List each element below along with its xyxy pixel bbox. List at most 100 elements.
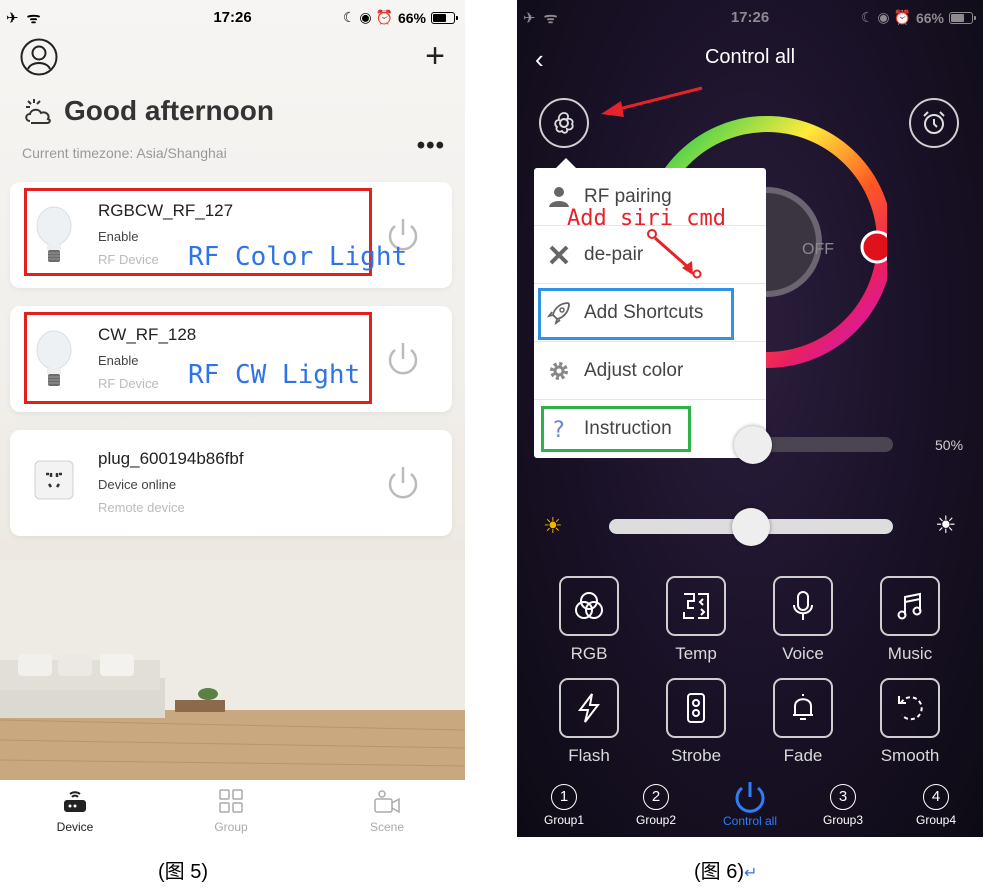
smooth-icon: [898, 696, 923, 721]
tab-label: Group: [214, 820, 248, 834]
page-title: Control all: [704, 46, 796, 68]
function-strobe-button[interactable]: Strobe: [666, 678, 726, 766]
menu-label: RF pairing: [584, 185, 672, 207]
battery-icon: [431, 11, 458, 24]
camera-icon: [374, 790, 400, 814]
menu-label: de-pair: [584, 243, 644, 265]
battery-percent: 66%: [397, 9, 426, 26]
annotation-label: RF Color Light: [188, 242, 408, 272]
alarm-icon: ☾ ◉ ⏰: [860, 9, 911, 25]
temp-icon: [683, 593, 709, 619]
annotation-label: RF CW Light: [188, 360, 361, 390]
function-smooth-button[interactable]: Smooth: [880, 678, 940, 766]
brightness-slider-thumb[interactable]: [732, 508, 770, 546]
device-type: Remote device: [98, 500, 185, 515]
color-picker-handle[interactable]: [860, 230, 887, 264]
tab-group3[interactable]: 3 Group3: [808, 784, 878, 827]
return-mark-icon: ↵: [744, 865, 758, 882]
room-background-image: [0, 560, 465, 780]
menu-label: Adjust color: [584, 359, 684, 381]
status-bar: ✈ ᯤ 17:26 ☾ ◉ ⏰ 66%: [0, 0, 465, 34]
annotation-box-red: [24, 312, 372, 404]
function-label: Voice: [782, 644, 824, 663]
device-card[interactable]: plug_600194b86fbf Device online Remote d…: [10, 430, 452, 536]
group-number-icon: 1: [551, 784, 577, 810]
flower-icon: [554, 112, 574, 134]
function-fade-button[interactable]: Fade: [773, 678, 833, 766]
status-bar: ✈ ᯤ 17:26 ☾ ◉ ⏰ 66%: [517, 0, 983, 34]
off-label: OFF: [802, 241, 834, 258]
function-rgb-button[interactable]: RGB: [559, 576, 619, 664]
function-label: Smooth: [880, 746, 940, 765]
bell-icon: [793, 694, 813, 720]
tab-group4[interactable]: 4 Group4: [901, 784, 971, 827]
screenshot-composite: ✈ ᯤ 17:26 ☾ ◉ ⏰ 66% + Good afternoon Cur…: [0, 0, 984, 888]
weather-icon: [25, 99, 51, 124]
alarm-clock-icon: [923, 111, 945, 134]
power-icon[interactable]: [384, 340, 422, 378]
music-icon: [897, 592, 922, 620]
tab-label: Group2: [635, 813, 677, 827]
more-options-button[interactable]: •••: [417, 132, 445, 160]
tab-device[interactable]: Device: [30, 788, 120, 834]
device-list-screen: ✈ ᯤ 17:26 ☾ ◉ ⏰ 66% + Good afternoon Cur…: [0, 0, 465, 842]
tab-group2[interactable]: 2 Group2: [621, 784, 691, 827]
tab-control-all[interactable]: Control all: [710, 780, 790, 828]
tab-label: Group3: [822, 813, 864, 827]
speed-slider-thumb[interactable]: [734, 426, 772, 464]
function-label: Temp: [675, 644, 717, 663]
bright-sun-icon: ☀: [935, 512, 957, 539]
power-icon[interactable]: [384, 464, 422, 502]
tab-group1[interactable]: 1 Group1: [529, 784, 599, 827]
battery-percent: 66%: [915, 9, 944, 26]
figure-caption: (图 5): [158, 861, 208, 883]
menu-item-adjust-color[interactable]: Adjust color: [534, 342, 766, 400]
settings-flower-button[interactable]: [539, 98, 589, 148]
battery-icon: [949, 11, 976, 24]
function-label: Flash: [568, 746, 610, 765]
router-icon: [64, 791, 86, 812]
alarm-icon: ☾ ◉ ⏰: [342, 9, 393, 25]
dim-sun-icon: ☀: [543, 513, 563, 538]
bottom-tab-bar: Device Group Scene: [0, 780, 465, 842]
function-voice-button[interactable]: Voice: [773, 576, 833, 664]
tab-label: Device: [56, 820, 94, 834]
user-avatar-icon[interactable]: [20, 38, 58, 76]
figure-caption: (图 6)↵: [694, 855, 757, 884]
grid-icon: [219, 789, 243, 813]
x-icon: [549, 245, 569, 264]
tab-label: Group4: [915, 813, 957, 827]
timer-button[interactable]: [909, 98, 959, 148]
timezone-label: Current timezone: Asia/Shanghai: [22, 145, 227, 161]
function-label: Strobe: [670, 746, 722, 765]
lightning-icon: [578, 693, 601, 723]
function-label: RGB: [570, 644, 608, 663]
group-number-icon: 3: [830, 784, 856, 810]
device-status: Device online: [98, 477, 177, 492]
tab-label: Scene: [369, 820, 405, 834]
tab-label: Control all: [722, 814, 778, 828]
function-flash-button[interactable]: Flash: [559, 678, 619, 766]
annotation-arrow-red: [601, 86, 703, 117]
gear-icon: [550, 361, 568, 380]
function-temp-button[interactable]: Temp: [666, 576, 726, 664]
function-label: Fade: [783, 746, 823, 765]
add-device-button[interactable]: +: [425, 38, 445, 74]
plug-icon: [34, 460, 74, 500]
tab-label: Group1: [543, 813, 585, 827]
strobe-icon: [687, 693, 705, 723]
annotation-box-green: [541, 406, 691, 452]
function-label: Music: [887, 644, 933, 663]
device-name: plug_600194b86fbf: [98, 449, 244, 468]
tab-group[interactable]: Group: [186, 788, 276, 834]
group-number-icon: 2: [643, 784, 669, 810]
brightness-percent: 50%: [935, 437, 964, 453]
tab-scene[interactable]: Scene: [342, 788, 432, 834]
group-number-icon: 4: [923, 784, 949, 810]
mic-icon: [793, 591, 813, 620]
control-all-screen: ✈ ᯤ 17:26 ☾ ◉ ⏰ 66% ‹ Control all OFF RF…: [517, 0, 983, 837]
function-music-button[interactable]: Music: [880, 576, 940, 664]
greeting-title: Good afternoon: [64, 95, 274, 126]
rgb-icon: [575, 592, 603, 619]
caption-text: (图 6): [694, 861, 744, 883]
